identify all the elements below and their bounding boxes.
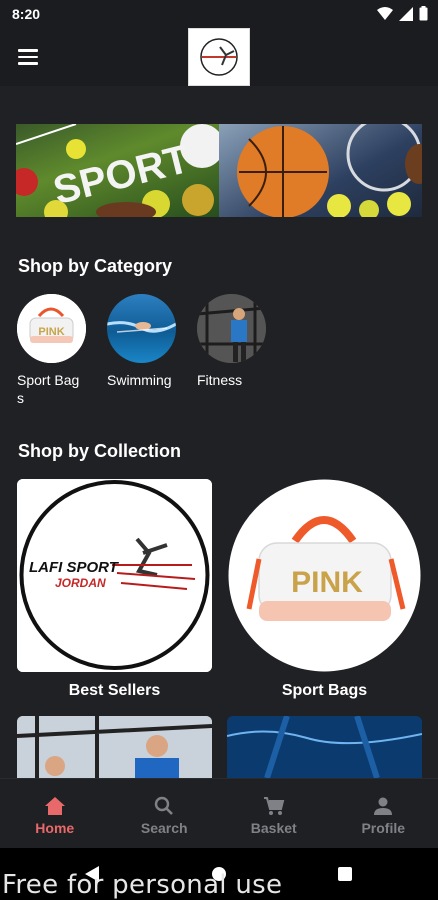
sport-bag-image: PINK xyxy=(17,294,86,363)
collection-fitness-partial[interactable] xyxy=(17,716,212,778)
status-bar: 8:20 xyxy=(0,0,438,28)
banner-right xyxy=(219,124,422,217)
collection-section-title: Shop by Collection xyxy=(18,441,182,461)
hero-banner[interactable]: SPORT xyxy=(16,124,422,217)
status-time: 8:20 xyxy=(12,6,41,22)
fitness-image xyxy=(197,294,266,363)
nav-label: Profile xyxy=(361,819,406,836)
nav-label: Home xyxy=(35,819,75,836)
banner-left: SPORT xyxy=(16,124,219,217)
category-swimming[interactable]: Swimming xyxy=(107,294,179,389)
nav-profile[interactable]: Profile xyxy=(329,779,438,848)
nav-label: Search xyxy=(140,819,188,836)
collection-best-sellers[interactable]: LAFI SPORT JORDAN Best Sellers xyxy=(17,479,212,700)
category-label: Swimming xyxy=(107,372,172,388)
menu-icon xyxy=(18,49,38,52)
collection-label: Best Sellers xyxy=(68,682,161,699)
category-label: Fitness xyxy=(197,372,243,388)
nav-home[interactable]: Home xyxy=(0,779,110,848)
category-label: Sport Bags xyxy=(17,372,80,406)
nav-label: Basket xyxy=(250,819,297,836)
collection-sport-bags[interactable]: PINK Sport Bags xyxy=(227,479,422,700)
signal-icon xyxy=(399,6,413,21)
category-image xyxy=(197,294,266,363)
nav-basket[interactable]: Basket xyxy=(219,779,329,848)
best-sellers-logo: LAFI SPORT JORDAN xyxy=(17,479,212,672)
swimming-collection-image xyxy=(227,716,422,778)
collection-label: Sport Bags xyxy=(281,682,368,699)
category-image xyxy=(107,294,176,363)
menu-button[interactable] xyxy=(14,43,42,71)
wifi-icon xyxy=(377,6,393,20)
category-sport-bags[interactable]: PINK Sport Bags xyxy=(17,294,89,407)
search-icon xyxy=(155,796,174,815)
svg-text:PINK: PINK xyxy=(291,566,363,599)
collection-swimming-partial[interactable] xyxy=(227,716,422,778)
nav-search[interactable]: Search xyxy=(110,779,220,848)
svg-text:LAFI SPORT: LAFI SPORT xyxy=(29,559,120,576)
sports-balls-image: SPORT xyxy=(16,124,219,217)
app-bar xyxy=(0,28,438,86)
collection-image: PINK xyxy=(227,479,422,672)
bottom-navigation: Home Search Basket Profile xyxy=(0,778,438,848)
logo-graphic xyxy=(200,38,238,76)
pink-bag-image: PINK xyxy=(228,479,421,672)
watermark-text: Free for personal use xyxy=(2,870,283,900)
home-icon xyxy=(44,796,65,815)
svg-text:PINK: PINK xyxy=(38,326,64,338)
svg-text:JORDAN: JORDAN xyxy=(55,576,106,590)
recents-icon[interactable] xyxy=(338,867,352,881)
category-image: PINK xyxy=(17,294,86,363)
collection-image: LAFI SPORT JORDAN xyxy=(17,479,212,672)
swimmer-image xyxy=(107,321,176,333)
fitness-collection-image xyxy=(17,716,212,778)
cart-icon xyxy=(263,796,285,815)
person-icon xyxy=(374,797,393,815)
category-fitness[interactable]: Fitness xyxy=(197,294,269,389)
status-icons xyxy=(377,6,428,21)
category-section-title: Shop by Category xyxy=(18,256,173,276)
lafi-sport-logo[interactable] xyxy=(188,28,250,86)
battery-icon xyxy=(419,6,428,21)
